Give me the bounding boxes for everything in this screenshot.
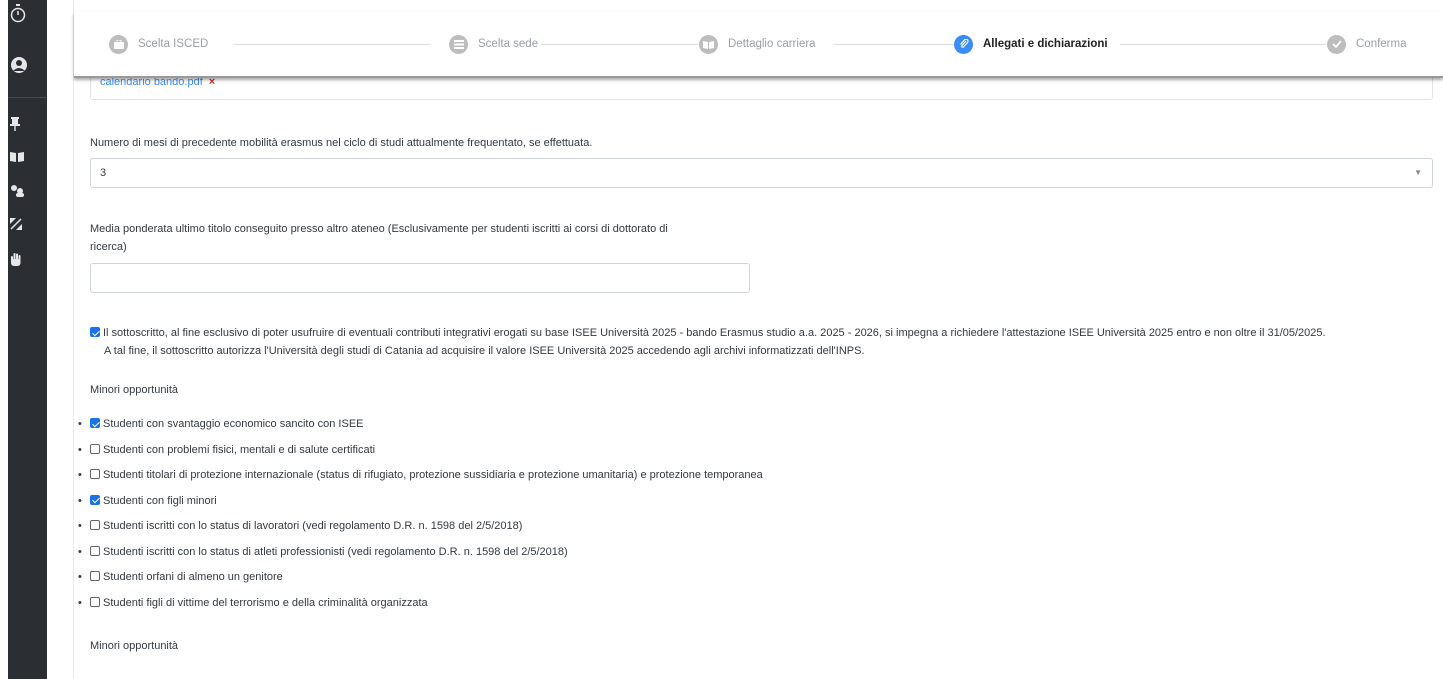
list-icon xyxy=(449,34,468,54)
isee-declaration: Il sottoscritto, al fine esclusivo di po… xyxy=(90,324,1440,360)
step-label: Scelta ISCED xyxy=(138,38,209,50)
opportunity-checkbox[interactable] xyxy=(90,571,100,581)
opportunity-label: Studenti con figli minori xyxy=(103,494,217,507)
timer-icon[interactable] xyxy=(10,4,26,27)
opportunity-checkbox[interactable] xyxy=(90,596,100,607)
opportunity-label: Studenti orfani di almeno un genitore xyxy=(103,571,283,583)
step-dettaglio-carriera[interactable]: Dettaglio carriera xyxy=(699,34,816,54)
opportunity-label: Studenti figli di vittime del terrorismo… xyxy=(103,596,428,609)
book-icon xyxy=(699,34,718,54)
opportunity-checkbox[interactable] xyxy=(90,469,100,479)
step-allegati-dichiarazioni[interactable]: Allegati e dichiarazioni xyxy=(954,34,1108,54)
book-open-icon[interactable] xyxy=(10,151,24,166)
step-label: Allegati e dichiarazioni xyxy=(983,38,1108,50)
minori-opportunita-list: • Studenti con svantaggio economico sanci… xyxy=(0,415,763,619)
step-label: Conferma xyxy=(1356,38,1407,50)
erasmus-months-select[interactable]: 3 ▼ xyxy=(90,158,1433,188)
list-item: • Studenti iscritti con lo status di atle… xyxy=(78,545,568,558)
list-item: • Studenti con svantaggio economico sanci… xyxy=(78,418,364,430)
wizard-stepper: Scelta ISCED Scelta sede Dettaglio carri… xyxy=(74,12,1443,78)
opportunity-label: Studenti titolari di protezione internaz… xyxy=(103,469,763,481)
step-scelta-isced[interactable]: Scelta ISCED xyxy=(109,34,208,54)
opportunity-checkbox[interactable] xyxy=(90,520,100,530)
minori-opportunita-heading: Minori opportunità xyxy=(90,384,179,396)
opportunity-label: Studenti con problemi fisici, mentali e … xyxy=(103,443,376,456)
weighted-average-label-line2: ricerca) xyxy=(90,241,127,253)
step-label: Scelta sede xyxy=(478,38,539,50)
weighted-average-input[interactable] xyxy=(90,263,750,293)
opportunity-label: Studenti iscritti con lo status di atlet… xyxy=(103,545,568,558)
list-item: • Studenti titolari di protezione interna… xyxy=(78,469,763,481)
opportunity-checkbox[interactable] xyxy=(90,418,100,428)
opportunity-checkbox[interactable] xyxy=(90,545,100,556)
step-label: Dettaglio carriera xyxy=(728,38,816,50)
step-conferma[interactable]: Conferma xyxy=(1327,34,1407,54)
hand-icon[interactable] xyxy=(10,252,22,269)
step-scelta-sede[interactable]: Scelta sede xyxy=(449,34,538,54)
chevron-down-icon: ▼ xyxy=(1414,168,1422,177)
list-item: • Studenti con problemi fisici, mentali e… xyxy=(78,443,376,456)
user-avatar-icon[interactable] xyxy=(10,56,28,77)
isee-declaration-checkbox[interactable] xyxy=(90,327,100,337)
check-icon xyxy=(1327,34,1346,54)
expand-icon[interactable] xyxy=(9,217,23,233)
opportunity-checkbox[interactable] xyxy=(90,494,100,505)
list-item: • Studenti orfani di almeno un genitore xyxy=(78,571,283,583)
select-value: 3 xyxy=(100,167,107,179)
weighted-average-label: Media ponderata ultimo titolo conseguito… xyxy=(90,220,668,256)
declaration-line1: Il sottoscritto, al fine esclusivo di po… xyxy=(103,327,1326,339)
list-item: • Studenti iscritti con lo status di lavo… xyxy=(78,520,523,532)
minori-opportunita-heading-2: Minori opportunità xyxy=(90,640,179,652)
opportunity-label: Studenti con svantaggio economico sancit… xyxy=(103,418,364,430)
briefcase-icon xyxy=(109,34,128,54)
opportunity-checkbox[interactable] xyxy=(90,443,100,454)
opportunity-label: Studenti iscritti con lo status di lavor… xyxy=(103,520,523,532)
users-icon[interactable] xyxy=(10,184,24,200)
paperclip-icon xyxy=(954,34,973,54)
declaration-line2: A tal fine, il sottoscritto autorizza l'… xyxy=(104,345,865,357)
erasmus-months-label: Numero di mesi di precedente mobilità er… xyxy=(90,137,593,149)
pin-icon[interactable] xyxy=(10,117,20,134)
list-item: • Studenti con figli minori xyxy=(78,494,217,507)
list-item: • Studenti figli di vittime del terrorism… xyxy=(78,596,428,609)
weighted-average-label-line1: Media ponderata ultimo titolo conseguito… xyxy=(90,223,668,235)
